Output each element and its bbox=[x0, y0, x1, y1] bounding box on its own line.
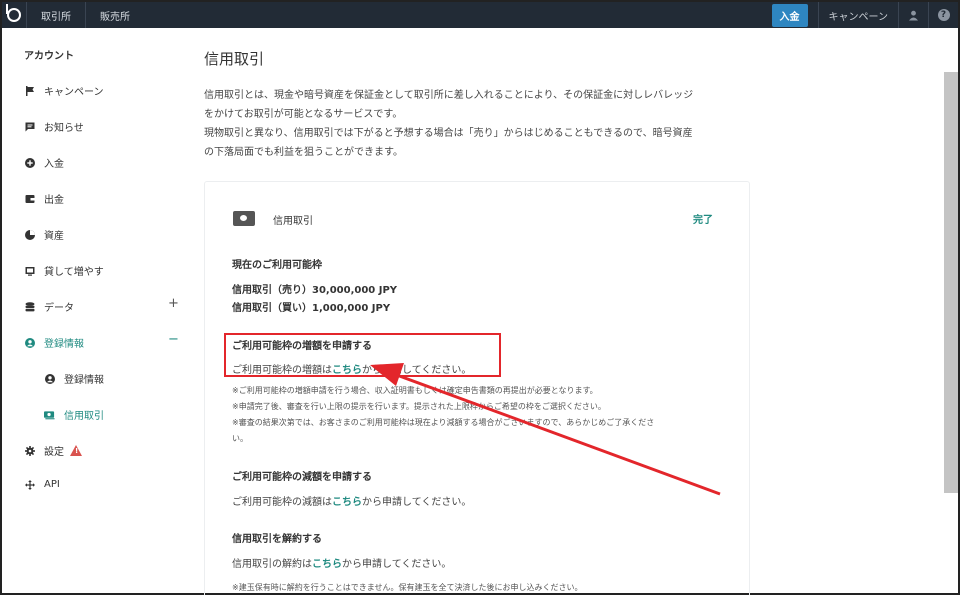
sidebar-item-assets[interactable]: 資産 bbox=[24, 227, 184, 242]
sidebar-item-label: 入金 bbox=[44, 159, 64, 170]
sidebar-item-lend[interactable]: 貸して増やす bbox=[24, 263, 184, 278]
user-circle-icon bbox=[24, 337, 35, 348]
gear-icon bbox=[24, 445, 35, 456]
sidebar-item-news[interactable]: お知らせ bbox=[24, 119, 184, 134]
page-title: 信用取引 bbox=[204, 50, 265, 68]
decrease-link[interactable]: こちら bbox=[332, 497, 362, 508]
decrease-text-pre: ご利用可能枠の減額は bbox=[232, 497, 332, 508]
sidebar-item-settings[interactable]: 設定 ! bbox=[24, 443, 184, 458]
sidebar-item-label: 登録情報 bbox=[44, 339, 84, 350]
status-badge: 完了 bbox=[693, 215, 713, 226]
intro-text: 信用取引とは、現金や暗号資産を保証金として取引所に差し入れることにより、その保証… bbox=[204, 86, 754, 162]
sidebar: アカウント キャンペーン お知らせ 入金 出金 資産 貸して増やす データ + … bbox=[2, 28, 192, 593]
margin-trading-card: 信用取引 完了 現在のご利用可能枠 信用取引（売り）30,000,000 JPY… bbox=[204, 181, 750, 595]
note-line: い。 bbox=[232, 434, 248, 443]
sidebar-item-label: データ bbox=[44, 303, 74, 314]
help-glyph: ? bbox=[937, 9, 950, 21]
logo-icon bbox=[6, 4, 21, 22]
flag-icon bbox=[24, 85, 35, 96]
note-line: ※ご利用可能枠の増額申請を行う場合、収入証明書もしくは確定申告書類の再提出が必要… bbox=[232, 386, 598, 395]
plus-circle-icon bbox=[24, 157, 35, 168]
top-bar: 取引所 販売所 入金 キャンペーン ? bbox=[2, 2, 958, 28]
warning-mark: ! bbox=[75, 447, 79, 455]
tab-exchange[interactable]: 取引所 bbox=[26, 2, 85, 28]
limit-sell: 信用取引（売り）30,000,000 JPY bbox=[232, 285, 398, 296]
sidebar-heading: アカウント bbox=[24, 51, 74, 62]
cancel-note: ※建玉保有時に解約を行うことはできません。保有建玉を全て決済した後にお申し込みく… bbox=[232, 583, 583, 592]
lend-icon bbox=[24, 265, 35, 276]
decrease-text: ご利用可能枠の減額はこちらから申請してください。 bbox=[232, 493, 471, 508]
note-line: ※申請完了後、審査を行い上限の提示を行います。提示された上限枠からご希望の枠をご… bbox=[232, 402, 606, 411]
sidebar-item-label: 設定 bbox=[44, 447, 64, 458]
warning-icon: ! bbox=[70, 445, 82, 456]
cancel-link[interactable]: こちら bbox=[312, 559, 342, 570]
sidebar-item-label: API bbox=[44, 479, 60, 490]
money-icon bbox=[233, 211, 255, 226]
cancel-text: 信用取引の解約はこちらから申請してください。 bbox=[232, 555, 451, 570]
sidebar-item-campaign[interactable]: キャンペーン bbox=[24, 83, 184, 98]
sidebar-item-label: お知らせ bbox=[44, 123, 84, 134]
pie-chart-icon bbox=[24, 229, 35, 240]
decrease-text-post: から申請してください。 bbox=[362, 497, 472, 508]
top-right-group: 入金 キャンペーン ? bbox=[771, 2, 959, 28]
card-title: 信用取引 bbox=[273, 216, 313, 227]
database-icon bbox=[24, 301, 35, 312]
intro-line: 現物取引と異なり、信用取引では下がると予想する場合は「売り」からはじめることもで… bbox=[204, 128, 693, 139]
sidebar-item-label: 登録情報 bbox=[64, 375, 104, 386]
sidebar-item-label: 信用取引 bbox=[64, 411, 104, 422]
sidebar-item-label: 出金 bbox=[44, 195, 64, 206]
intro-line: 信用取引とは、現金や暗号資産を保証金として取引所に差し入れることにより、その保証… bbox=[204, 90, 694, 101]
sidebar-subitem-registration[interactable]: 登録情報 bbox=[44, 371, 204, 386]
sidebar-item-label: 資産 bbox=[44, 231, 64, 242]
campaign-link[interactable]: キャンペーン bbox=[817, 2, 899, 28]
user-icon[interactable] bbox=[898, 2, 928, 28]
sidebar-item-withdraw[interactable]: 出金 bbox=[24, 191, 184, 206]
logo[interactable] bbox=[2, 2, 26, 28]
collapse-registration-toggle[interactable]: − bbox=[168, 332, 179, 347]
expand-data-toggle[interactable]: + bbox=[168, 296, 179, 311]
sidebar-item-deposit[interactable]: 入金 bbox=[24, 155, 184, 170]
api-icon bbox=[24, 479, 35, 490]
cancel-text-pre: 信用取引の解約は bbox=[232, 559, 312, 570]
cancel-heading: 信用取引を解約する bbox=[232, 534, 322, 545]
sidebar-item-api[interactable]: API bbox=[24, 479, 184, 490]
sidebar-item-label: 貸して増やす bbox=[44, 267, 104, 278]
help-icon[interactable]: ? bbox=[928, 2, 958, 28]
deposit-button[interactable]: 入金 bbox=[771, 3, 808, 27]
intro-line: の下落局面でも利益を狙うことができます。 bbox=[204, 147, 403, 158]
wallet-icon bbox=[24, 193, 35, 204]
money-icon bbox=[44, 409, 55, 420]
decrease-heading: ご利用可能枠の減額を申請する bbox=[232, 472, 372, 483]
highlight-box bbox=[224, 333, 501, 377]
sidebar-item-registration[interactable]: 登録情報 bbox=[24, 335, 184, 350]
cancel-text-post: から申請してください。 bbox=[342, 559, 452, 570]
increase-notes: ※ご利用可能枠の増額申請を行う場合、収入証明書もしくは確定申告書類の再提出が必要… bbox=[232, 383, 722, 447]
message-icon bbox=[24, 121, 35, 132]
tab-sales-office[interactable]: 販売所 bbox=[85, 2, 144, 28]
note-line: ※審査の結果次第では、お客さまのご利用可能枠は現在より減額する場合がございますの… bbox=[232, 418, 655, 427]
scrollbar[interactable] bbox=[944, 72, 958, 493]
intro-line: をかけてお取引が可能となるサービスです。 bbox=[204, 109, 403, 120]
limit-heading: 現在のご利用可能枠 bbox=[232, 260, 322, 271]
sidebar-subitem-margin-trading[interactable]: 信用取引 bbox=[44, 407, 204, 422]
user-circle-icon bbox=[44, 373, 55, 384]
sidebar-item-label: キャンペーン bbox=[44, 87, 104, 98]
limit-buy: 信用取引（買い）1,000,000 JPY bbox=[232, 303, 391, 314]
sidebar-item-data[interactable]: データ bbox=[24, 299, 184, 314]
main-content: 信用取引 信用取引とは、現金や暗号資産を保証金として取引所に差し入れることにより… bbox=[192, 28, 942, 595]
